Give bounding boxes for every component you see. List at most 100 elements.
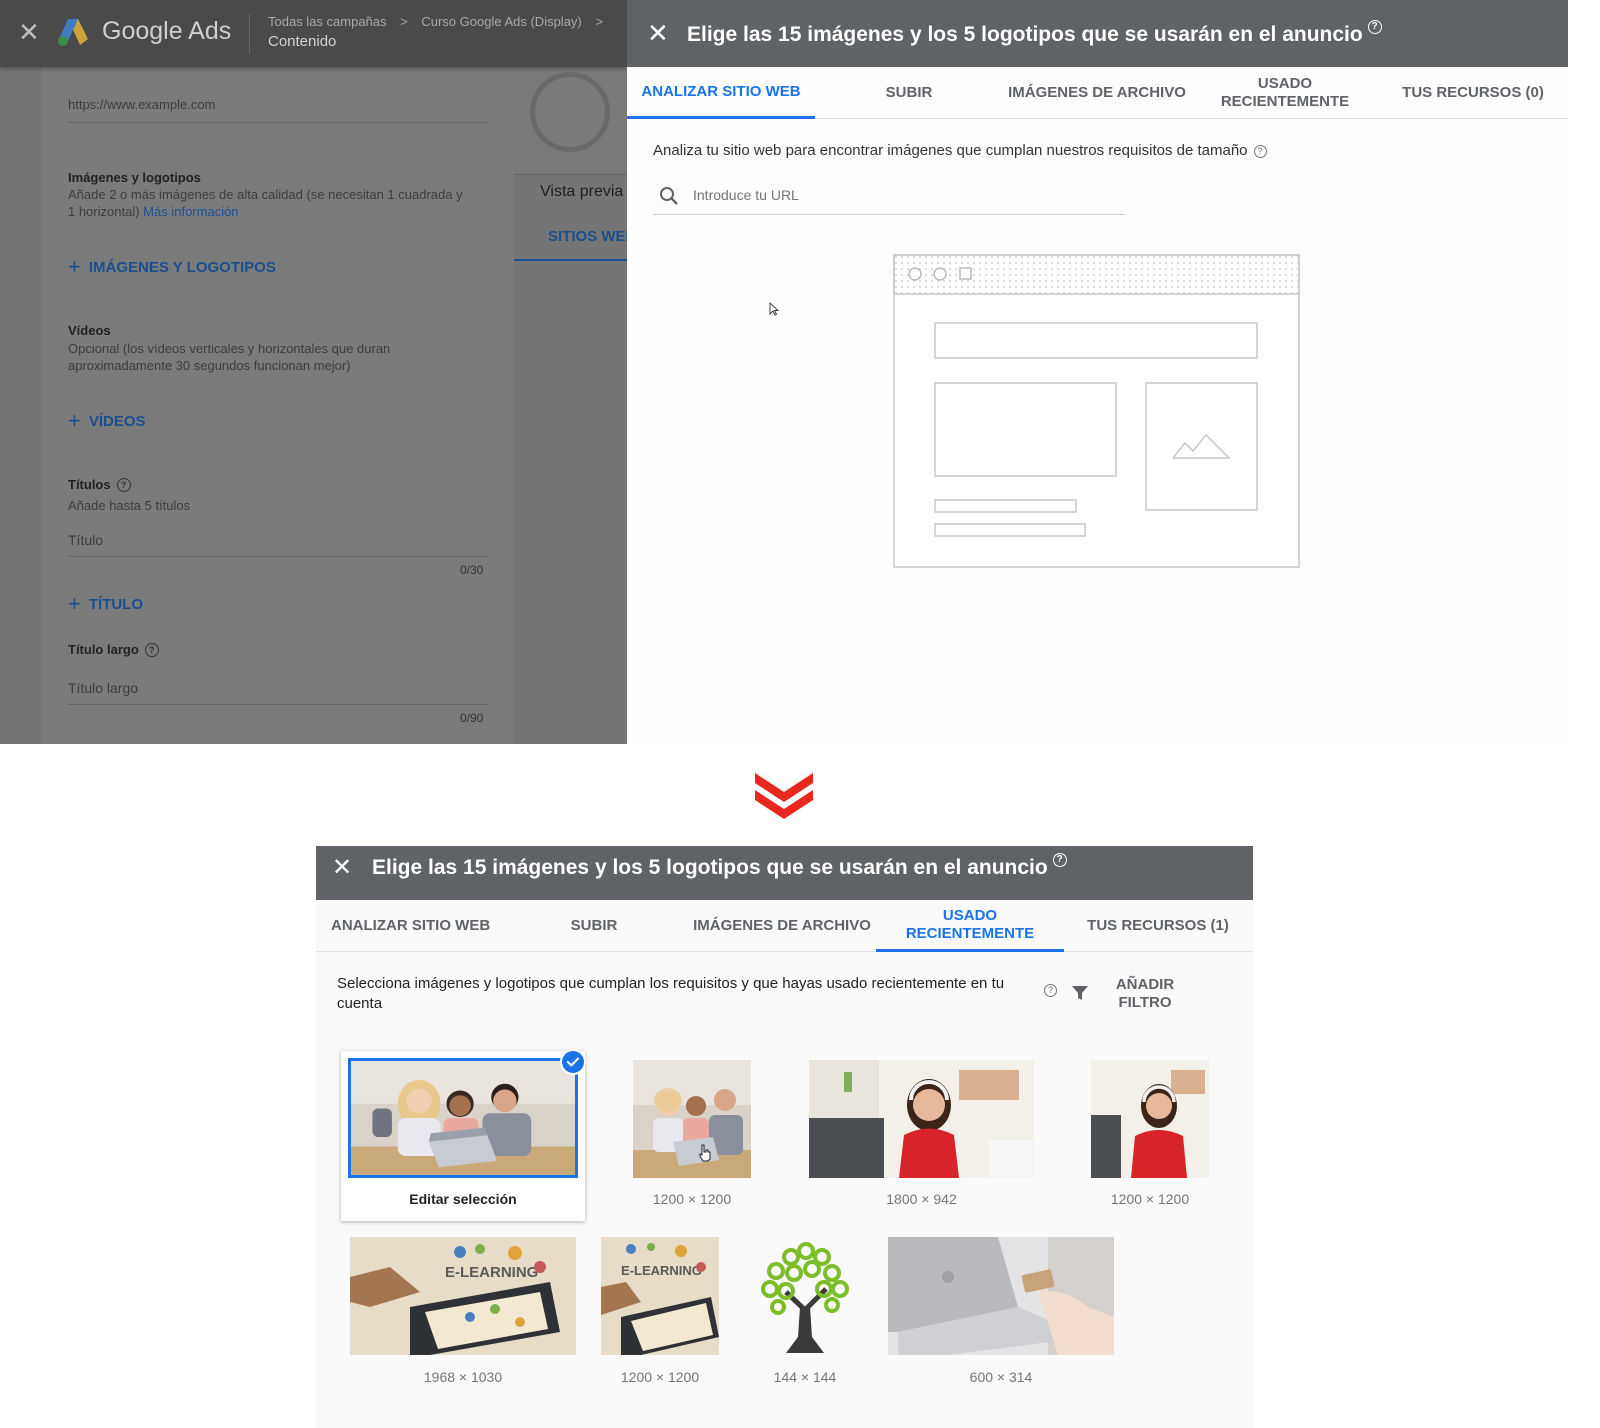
add-images-button[interactable]: + IMÁGENES Y LOGOTIPOS bbox=[68, 254, 276, 280]
tab-your-assets[interactable]: TUS RECURSOS (1) bbox=[1064, 900, 1252, 952]
help-icon[interactable]: ? bbox=[144, 643, 159, 657]
image-tree-logo[interactable] bbox=[746, 1237, 864, 1355]
title-input[interactable]: Título bbox=[68, 532, 103, 548]
image-size: 1200 × 1200 bbox=[1110, 1191, 1190, 1207]
tab-stock-images[interactable]: IMÁGENES DE ARCHIVO bbox=[1003, 67, 1191, 119]
tab-recently-used[interactable]: USADO RECIENTEMENTE bbox=[876, 900, 1064, 952]
google-ads-logo-icon bbox=[58, 19, 88, 46]
image-picker-dialog: ✕ Elige las 15 imágenes y los 5 logotipo… bbox=[627, 0, 1568, 744]
dialog-title-text: Elige las 15 imágenes y los 5 logotipos … bbox=[687, 23, 1363, 46]
titles-heading-label: Títulos bbox=[68, 477, 111, 492]
breadcrumb: Todas las campañas > Curso Google Ads (D… bbox=[268, 14, 613, 29]
tab-bar: ANALIZAR SITIO WEB SUBIR IMÁGENES DE ARC… bbox=[316, 900, 1253, 952]
tab-your-assets[interactable]: TUS RECURSOS (0) bbox=[1379, 67, 1567, 119]
image-laptop-card-payment[interactable] bbox=[888, 1237, 1114, 1355]
more-info-link[interactable]: Más información bbox=[143, 204, 238, 219]
image-elearning-wide[interactable]: E-LEARNING bbox=[350, 1237, 576, 1355]
close-icon[interactable]: ✕ bbox=[332, 855, 352, 881]
laptop-payment-photo bbox=[888, 1237, 1114, 1355]
title-underline bbox=[68, 556, 488, 557]
help-icon[interactable]: ? bbox=[1052, 853, 1067, 867]
title-char-count: 0/30 bbox=[460, 563, 484, 577]
app-name: Google Ads bbox=[102, 17, 232, 45]
chevron-right-icon: > bbox=[595, 14, 603, 29]
image-size: 1200 × 1200 bbox=[652, 1191, 732, 1207]
add-videos-label: VÍDEOS bbox=[88, 413, 146, 430]
image-students-laptop-square[interactable] bbox=[633, 1060, 751, 1178]
preview-label: Vista previa bbox=[540, 183, 624, 200]
image-students-laptop-wide[interactable] bbox=[348, 1058, 578, 1178]
chevron-right-icon: > bbox=[400, 14, 408, 29]
breadcrumb-item[interactable]: Todas las campañas bbox=[268, 14, 387, 29]
google-ads-header: ✕ Google Ads Todas las campañas > Curso … bbox=[0, 0, 627, 67]
close-icon[interactable]: ✕ bbox=[647, 20, 669, 46]
tab-analyze-website[interactable]: ANALIZAR SITIO WEB bbox=[627, 67, 815, 119]
dialog-header: ✕ Elige las 15 imágenes y los 5 logotipo… bbox=[627, 0, 1568, 67]
image-woman-headphones-wide[interactable] bbox=[809, 1060, 1034, 1178]
woman-headphones-photo bbox=[1091, 1060, 1209, 1178]
dialog-title-text: Elige las 15 imágenes y los 5 logotipos … bbox=[372, 856, 1048, 879]
recent-description: Selecciona imágenes y logotipos que cump… bbox=[337, 975, 1005, 1012]
titles-heading: Títulos? bbox=[68, 477, 131, 492]
final-url-value[interactable]: https://www.example.com bbox=[68, 97, 215, 112]
tab-bar: ANALIZAR SITIO WEB SUBIR IMÁGENES DE ARC… bbox=[627, 67, 1568, 119]
long-title-underline bbox=[68, 704, 488, 705]
images-help-line-2: 1 horizontal) Más información bbox=[68, 204, 239, 219]
students-photo bbox=[351, 1061, 575, 1175]
elearning-photo: E-LEARNING bbox=[350, 1237, 576, 1355]
filter-icon[interactable] bbox=[1070, 983, 1090, 1003]
tree-logo-icon bbox=[746, 1237, 864, 1355]
tab-analyze-website[interactable]: ANALIZAR SITIO WEB bbox=[316, 900, 498, 952]
url-input[interactable] bbox=[693, 187, 1113, 203]
image-size: 1800 × 942 bbox=[886, 1191, 957, 1207]
campaign-form-pane: https://www.example.com Imágenes y logot… bbox=[0, 0, 636, 744]
dialog-title: Elige las 15 imágenes y los 5 logotipos … bbox=[687, 20, 1382, 47]
tab-recently-used[interactable]: USADO RECIENTEMENTE bbox=[1191, 67, 1379, 119]
elearning-photo: E-LEARNING bbox=[601, 1237, 719, 1355]
images-help-text: 1 horizontal) bbox=[68, 204, 140, 219]
add-images-label: IMÁGENES Y LOGOTIPOS bbox=[88, 259, 276, 276]
loading-spinner bbox=[530, 72, 610, 152]
long-title-input[interactable]: Título largo bbox=[68, 680, 138, 696]
add-videos-button[interactable]: + VÍDEOS bbox=[68, 408, 146, 434]
page-title: Contenido bbox=[268, 33, 337, 50]
url-search-field[interactable] bbox=[653, 180, 1125, 215]
image-size: 1200 × 1200 bbox=[620, 1369, 700, 1385]
analyze-description-text: Analiza tu sitio web para encontrar imág… bbox=[653, 142, 1248, 159]
screenshot-before: https://www.example.com Imágenes y logot… bbox=[0, 0, 1568, 744]
image-woman-headphones-square[interactable] bbox=[1091, 1060, 1209, 1178]
help-icon[interactable]: ? bbox=[1044, 984, 1057, 997]
help-icon[interactable]: ? bbox=[1367, 20, 1382, 34]
breadcrumb-item[interactable]: Curso Google Ads (Display) bbox=[421, 14, 581, 29]
images-heading: Imágenes y logotipos bbox=[68, 170, 201, 185]
dialog-header: ✕ Elige las 15 imágenes y los 5 logotipo… bbox=[316, 846, 1253, 900]
url-underline bbox=[68, 122, 488, 123]
long-title-heading-label: Título largo bbox=[68, 642, 139, 657]
plus-icon: + bbox=[68, 591, 81, 616]
dialog-title: Elige las 15 imágenes y los 5 logotipos … bbox=[372, 853, 1067, 880]
tab-upload[interactable]: SUBIR bbox=[815, 67, 1003, 119]
plus-icon: + bbox=[68, 254, 81, 279]
tab-underline bbox=[514, 259, 627, 261]
edit-selection-button[interactable]: Editar selección bbox=[341, 1191, 585, 1207]
help-icon[interactable]: ? bbox=[1253, 145, 1267, 158]
titles-help: Añade hasta 5 títulos bbox=[68, 498, 191, 513]
help-icon[interactable]: ? bbox=[116, 478, 131, 492]
tab-stock-images[interactable]: IMÁGENES DE ARCHIVO bbox=[686, 900, 878, 952]
double-chevron-down-icon bbox=[755, 773, 813, 819]
tab-upload[interactable]: SUBIR bbox=[504, 900, 684, 952]
analyze-description: Analiza tu sitio web para encontrar imág… bbox=[653, 142, 1267, 159]
woman-headphones-photo bbox=[809, 1060, 1034, 1178]
add-title-button[interactable]: + TÍTULO bbox=[68, 591, 143, 617]
long-title-heading: Título largo? bbox=[68, 642, 159, 657]
tab-sites[interactable]: SITIOS WEB bbox=[548, 228, 636, 245]
close-icon[interactable]: ✕ bbox=[18, 19, 40, 45]
add-filter-button[interactable]: AÑADIR FILTRO bbox=[1104, 976, 1186, 1012]
image-elearning-square[interactable]: E-LEARNING bbox=[601, 1237, 719, 1355]
checkmark-icon bbox=[560, 1049, 586, 1075]
videos-heading: Vídeos bbox=[68, 323, 111, 338]
images-help-line-1: Añade 2 o más imágenes de alta calidad (… bbox=[68, 187, 463, 202]
plus-icon: + bbox=[68, 408, 81, 433]
header-divider bbox=[249, 14, 250, 54]
website-illustration-icon bbox=[893, 254, 1300, 568]
